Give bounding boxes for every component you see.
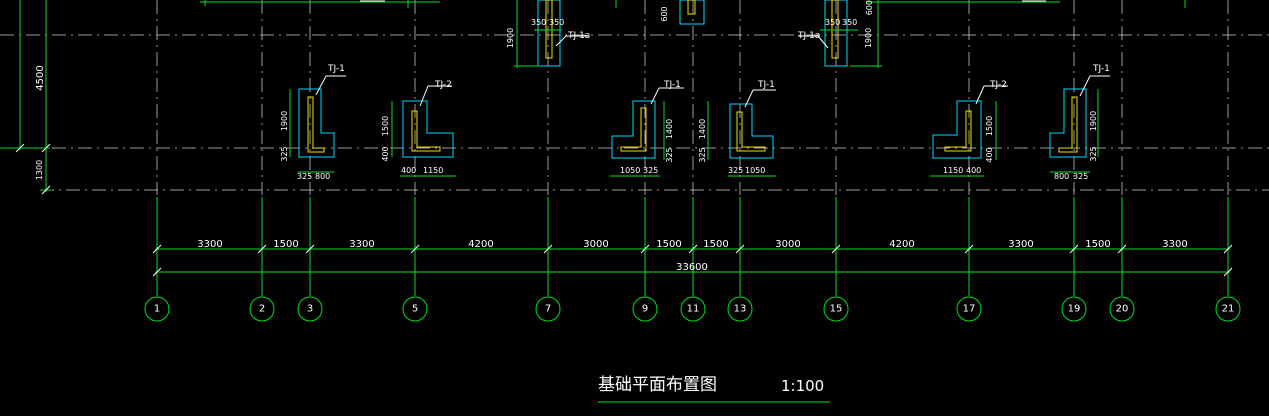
span-dimension: 3000: [775, 239, 800, 250]
dim-left-1300: 1300: [35, 160, 44, 180]
axis-label: 20: [1116, 304, 1129, 315]
footing-tag: TJ-1a: [797, 31, 820, 41]
span-dimension: 1500: [703, 239, 728, 250]
dim-left-4500: 4500: [35, 65, 46, 90]
dim-w1: 1150: [943, 166, 963, 175]
dim-w2: 325: [1073, 172, 1088, 181]
span-dimension: 4200: [468, 239, 493, 250]
axis-label: 1: [154, 304, 160, 315]
footing-tj1-axis19: [1049, 75, 1110, 173]
span-dimension: 1500: [1085, 239, 1110, 250]
dim-side: 1500: [381, 116, 390, 136]
dim-w2: 350: [549, 18, 564, 27]
axis-label: 19: [1068, 304, 1081, 315]
footing-tj2-axis5: [391, 85, 456, 177]
dim-w2: 1050: [745, 166, 765, 175]
span-dimension: 3300: [1162, 239, 1187, 250]
axis-label: 9: [642, 304, 648, 315]
dim-side: 1900: [280, 111, 289, 131]
axis-label: 11: [687, 304, 700, 315]
dim-bottom: 400: [985, 147, 994, 162]
footing-top-axis11: [679, 0, 705, 25]
axis-label: 2: [259, 304, 265, 315]
footing-tag: TJ-1: [1092, 64, 1110, 74]
span-dimension: 1500: [273, 239, 298, 250]
span-dimension: 3300: [197, 239, 222, 250]
footing-tag: TJ-2: [989, 80, 1007, 90]
footing-tag: TJ-1: [757, 80, 775, 90]
span-dimension: 3300: [1008, 239, 1033, 250]
total-dimension: 33600: [676, 262, 708, 273]
dim-w2: 800: [315, 172, 330, 181]
axis-group: [144, 197, 1241, 322]
dim-w2: 350: [842, 18, 857, 27]
dim-w1: 1050: [620, 166, 640, 175]
axis-label: 17: [963, 304, 976, 315]
dim-side: 1900: [506, 28, 515, 48]
dim-side: 1400: [698, 119, 707, 139]
span-dimension: 4200: [889, 239, 914, 250]
dim-w2: 1150: [423, 166, 443, 175]
dim-w2: 325: [643, 166, 658, 175]
footing-tag: TJ-1a: [567, 31, 590, 41]
axis-label: 7: [545, 304, 551, 315]
dim-side: 1900: [864, 28, 873, 48]
span-dimension: 1500: [656, 239, 681, 250]
dim-bottom: 325: [280, 146, 289, 161]
dim-bottom: 325: [698, 147, 707, 162]
axis-label: 13: [734, 304, 747, 315]
axis-label: 15: [830, 304, 843, 315]
vertical-grid-lines: [156, 0, 1229, 195]
dim-w1: 350: [825, 18, 840, 27]
dim-side: 1500: [985, 116, 994, 136]
footing-tag: TJ-1: [663, 80, 681, 90]
dim-w1: 800: [1054, 172, 1069, 181]
dim-top: 600: [865, 0, 874, 15]
dim-w1: 325: [728, 166, 743, 175]
left-dimension-chain: [0, 0, 52, 195]
dim-w1: 325: [297, 172, 312, 181]
footing-tj1-axis13: [728, 89, 776, 177]
footing-tag: TJ-1: [327, 64, 345, 74]
dim-side: 1900: [1089, 111, 1098, 131]
dim-side: 1400: [665, 119, 674, 139]
dim-w1: 400: [401, 166, 416, 175]
dim-bottom: 400: [381, 146, 390, 161]
dim-w2: 400: [966, 166, 981, 175]
axis-label: 5: [412, 304, 418, 315]
axis-label: 21: [1222, 304, 1235, 315]
axis-label: 3: [307, 304, 313, 315]
top-edge-fragments: [19, 0, 1186, 10]
foundation-plan-drawing: 4500 1300 TJ-1 1900 325 325 800 TJ-2 150…: [0, 0, 1269, 403]
dim-bottom: 325: [1089, 146, 1098, 161]
dim-bottom: 325: [665, 147, 674, 162]
span-dimension: 3300: [349, 239, 374, 250]
footing-tag: TJ-2: [434, 80, 452, 90]
footing-tj1-axis3: [289, 75, 346, 173]
dim-w1: 350: [531, 18, 546, 27]
drawing-title: 基础平面布置图: [598, 375, 717, 395]
dim-top: 600: [660, 6, 669, 21]
span-dimension: 3000: [583, 239, 608, 250]
drawing-scale: 1:100: [781, 377, 824, 395]
